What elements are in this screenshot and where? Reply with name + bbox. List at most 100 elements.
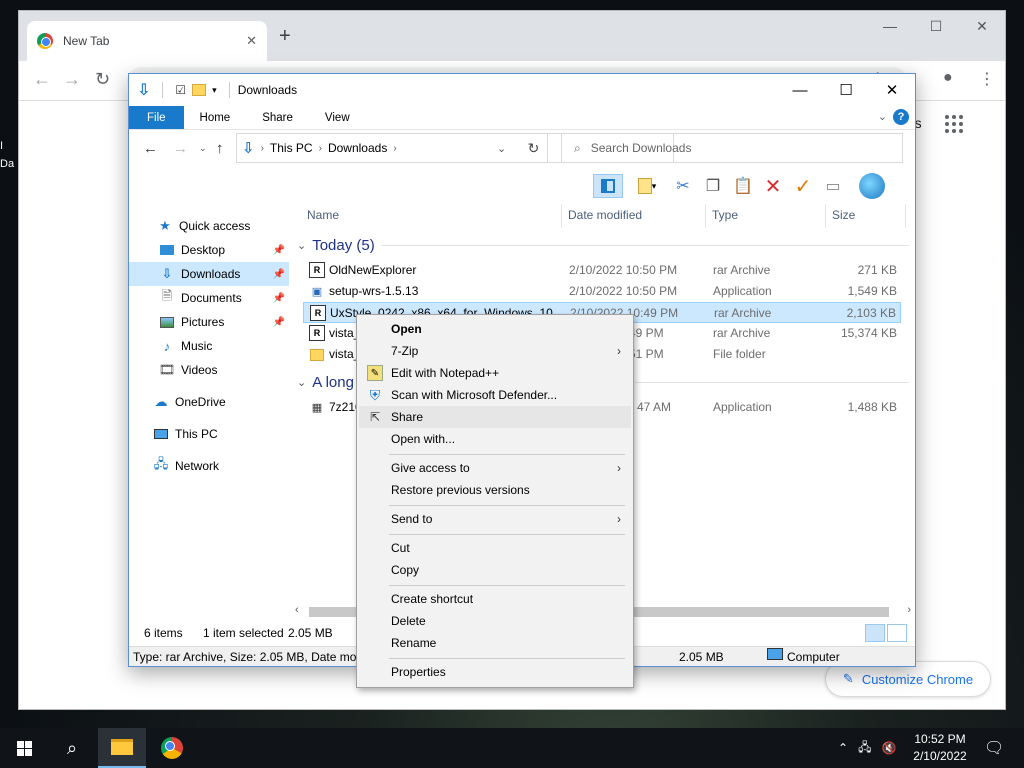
menu-item-share[interactable]: ⇱ Share bbox=[359, 406, 631, 428]
maximize-button[interactable]: ☐ bbox=[913, 11, 959, 41]
tab-home[interactable]: Home bbox=[184, 106, 247, 129]
sidebar-item-desktop[interactable]: Desktop 📌 bbox=[129, 238, 289, 262]
group-header-a-long-time-ago[interactable]: ⌄ A long bbox=[297, 371, 354, 393]
sidebar-item-network[interactable]: 🖧 Network bbox=[129, 454, 289, 478]
large-icons-view-button[interactable] bbox=[887, 624, 907, 642]
close-icon[interactable]: ✕ bbox=[246, 33, 257, 49]
list-item[interactable]: R OldNewExplorer 2/10/2022 10:50 PM rar … bbox=[303, 260, 901, 281]
refresh-button[interactable]: ↻ bbox=[520, 133, 548, 163]
column-size[interactable]: Size bbox=[832, 208, 855, 222]
recent-locations-chevron-icon[interactable]: ⌄ bbox=[199, 143, 207, 154]
help-icon[interactable]: ? bbox=[893, 109, 909, 125]
tab-view[interactable]: View bbox=[309, 106, 366, 129]
taskbar: ⌕ ⌃ 🖧 🔇 10:52 PM 2/10/2022 🗨 bbox=[0, 728, 1024, 768]
chevron-left-icon[interactable]: ‹ bbox=[295, 604, 299, 616]
menu-item-open[interactable]: Open bbox=[359, 318, 631, 340]
clock[interactable]: 10:52 PM 2/10/2022 bbox=[908, 731, 972, 765]
maximize-button[interactable]: ☐ bbox=[823, 74, 869, 106]
taskbar-file-explorer[interactable] bbox=[98, 728, 146, 768]
menu-item-edit-with-notepad[interactable]: ✎ Edit with Notepad++ bbox=[359, 362, 631, 384]
sidebar-item-videos[interactable]: 🎞 Videos bbox=[129, 358, 289, 382]
shield-icon: ⛨ bbox=[369, 386, 381, 403]
group-header-today[interactable]: ⌄ Today (5) bbox=[297, 234, 375, 256]
column-date-modified[interactable]: Date modified bbox=[568, 208, 642, 222]
menu-item-open-with[interactable]: Open with... bbox=[359, 428, 631, 450]
menu-item-copy[interactable]: Copy bbox=[359, 559, 631, 581]
chrome-tab-new-tab[interactable]: New Tab ✕ bbox=[27, 21, 267, 61]
desktop-icon bbox=[159, 242, 175, 258]
sidebar-item-onedrive[interactable]: ☁ OneDrive bbox=[129, 390, 289, 414]
copy-icon[interactable]: ❐ bbox=[701, 174, 725, 198]
forward-arrow-icon[interactable]: → bbox=[63, 69, 81, 90]
details-location: Computer bbox=[787, 650, 840, 664]
chevron-right-icon[interactable]: › bbox=[907, 604, 911, 616]
sidebar-item-quick-access[interactable]: ★ Quick access bbox=[129, 214, 289, 238]
desktop-icon-label: I bbox=[0, 140, 4, 152]
rename-check-icon[interactable]: ✓ bbox=[791, 174, 815, 198]
chevron-down-icon[interactable]: ▾ bbox=[212, 85, 217, 96]
chevron-up-icon[interactable]: ⌃ bbox=[838, 741, 848, 755]
start-button[interactable] bbox=[0, 728, 48, 768]
close-button[interactable]: ✕ bbox=[959, 11, 1005, 41]
search-icon: ⌕ bbox=[66, 737, 78, 758]
delete-icon[interactable]: ✕ bbox=[761, 174, 785, 198]
sidebar-item-label: Desktop bbox=[181, 243, 226, 257]
column-type[interactable]: Type bbox=[712, 208, 738, 222]
cut-icon[interactable]: ✂ bbox=[671, 174, 695, 198]
volume-muted-icon[interactable]: 🔇 bbox=[881, 741, 896, 755]
details-view-button[interactable] bbox=[865, 624, 885, 642]
folder-icon bbox=[309, 346, 325, 362]
menu-item-scan-defender[interactable]: ⛨ Scan with Microsoft Defender... bbox=[359, 384, 631, 406]
menu-kebab-icon[interactable]: ⋮ bbox=[979, 69, 995, 89]
forward-arrow-icon[interactable]: → bbox=[173, 140, 188, 157]
breadcrumb-downloads[interactable]: Downloads bbox=[328, 141, 387, 155]
menu-item-send-to[interactable]: Send to › bbox=[359, 508, 631, 530]
chrome-logo-icon bbox=[37, 33, 53, 49]
tab-share[interactable]: Share bbox=[246, 106, 309, 129]
properties-check-icon[interactable]: ☑ bbox=[175, 83, 186, 97]
list-item[interactable]: ▣ setup-wrs-1.5.13 2/10/2022 10:50 PM Ap… bbox=[303, 281, 901, 302]
chevron-down-icon[interactable]: ⌄ bbox=[878, 110, 887, 123]
minimize-button[interactable]: — bbox=[777, 74, 823, 106]
close-button[interactable]: ✕ bbox=[869, 74, 915, 106]
profile-avatar-icon[interactable]: ● bbox=[943, 69, 953, 87]
paste-icon[interactable]: 📋 bbox=[731, 174, 755, 198]
menu-item-delete[interactable]: Delete bbox=[359, 610, 631, 632]
sidebar-item-this-pc[interactable]: This PC bbox=[129, 422, 289, 446]
up-arrow-icon[interactable]: ↑ bbox=[216, 140, 224, 157]
menu-item-give-access-to[interactable]: Give access to › bbox=[359, 457, 631, 479]
search-input[interactable]: ⌕ Search Downloads bbox=[561, 133, 903, 163]
breadcrumb-this-pc[interactable]: This PC bbox=[270, 141, 313, 155]
sidebar-item-documents[interactable]: 🗎 Documents 📌 bbox=[129, 286, 289, 310]
preview-pane-icon[interactable] bbox=[593, 174, 623, 198]
back-arrow-icon[interactable]: ← bbox=[143, 140, 158, 157]
network-icon[interactable]: 🖧 bbox=[858, 738, 871, 759]
tab-file[interactable]: File bbox=[129, 106, 184, 129]
properties-icon[interactable]: ▭ bbox=[821, 174, 845, 198]
notifications-icon[interactable]: 🗨 bbox=[984, 728, 1004, 768]
minimize-button[interactable]: — bbox=[867, 11, 913, 41]
back-arrow-icon[interactable]: ← bbox=[33, 69, 51, 90]
taskbar-chrome[interactable] bbox=[148, 728, 196, 768]
rar-file-icon: R bbox=[310, 305, 326, 321]
column-name[interactable]: Name bbox=[307, 208, 339, 222]
menu-item-properties[interactable]: Properties bbox=[359, 661, 631, 683]
sidebar-item-pictures[interactable]: Pictures 📌 bbox=[129, 310, 289, 334]
apps-grid-icon[interactable] bbox=[945, 115, 963, 133]
menu-item-create-shortcut[interactable]: Create shortcut bbox=[359, 588, 631, 610]
menu-item-restore-previous-versions[interactable]: Restore previous versions bbox=[359, 479, 631, 501]
menu-item-7zip[interactable]: 7-Zip › bbox=[359, 340, 631, 362]
sidebar-item-downloads[interactable]: ⇩ Downloads 📌 bbox=[129, 262, 289, 286]
new-item-icon[interactable]: ▾ bbox=[629, 174, 665, 198]
sidebar-item-music[interactable]: ♪ Music bbox=[129, 334, 289, 358]
share-icon: ⇱ bbox=[369, 410, 381, 424]
reload-icon[interactable]: ↻ bbox=[95, 69, 110, 90]
menu-item-cut[interactable]: Cut bbox=[359, 537, 631, 559]
search-button[interactable]: ⌕ bbox=[48, 728, 96, 768]
cloud-icon: ☁ bbox=[154, 394, 168, 409]
address-dropdown-icon[interactable]: ⌄ bbox=[497, 142, 506, 155]
new-folder-icon[interactable] bbox=[192, 84, 207, 96]
menu-item-rename[interactable]: Rename bbox=[359, 632, 631, 654]
globe-icon[interactable] bbox=[859, 173, 885, 199]
new-tab-button[interactable]: + bbox=[279, 25, 291, 48]
